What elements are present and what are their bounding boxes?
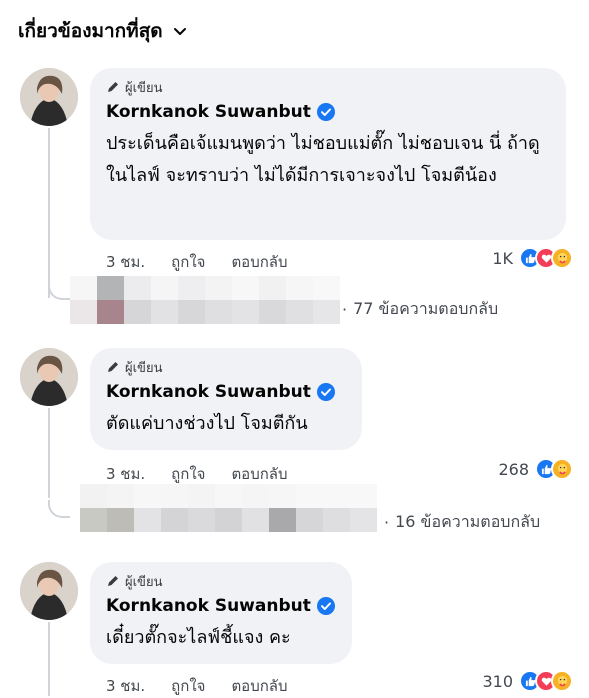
timestamp: 3 ชม. [106, 677, 146, 695]
comment-bubble: ผู้เขียน Kornkanok Suwanbut ตัดแค่บางช่ว… [90, 348, 362, 450]
reaction-count: 268 [498, 459, 529, 479]
avatar-photo [20, 68, 78, 126]
comment-actions: 3 ชม. ถูกใจ ตอบกลับ [106, 462, 288, 486]
chevron-down-icon [173, 28, 186, 35]
verified-badge-icon [316, 597, 335, 615]
view-replies-link[interactable]: · 77 ข้อความตอบกลับ [342, 297, 498, 322]
care-icon [551, 670, 573, 692]
author-badge: ผู้เขียน [106, 572, 336, 590]
comment-text: ตัดแค่บางช่วงไป โจมตีกัน [106, 413, 308, 434]
blurred-reply-preview [70, 276, 340, 324]
avatar-photo [20, 348, 78, 406]
author-badge-label: ผู้เขียน [125, 574, 163, 590]
like-button[interactable]: ถูกใจ [171, 674, 205, 698]
comment-text: ประเด็นคือเจ้แมนพูดว่า ไม่ชอบแม่ตั๊ก ไม่… [106, 133, 540, 186]
like-button[interactable]: ถูกใจ [171, 462, 205, 486]
author-badge: ผู้เขียน [106, 78, 550, 96]
blurred-reply-preview [80, 484, 377, 532]
author-badge: ผู้เขียน [106, 358, 346, 376]
reaction-summary[interactable]: 268 [498, 458, 573, 480]
avatar[interactable] [20, 68, 78, 126]
thread-line [48, 408, 50, 498]
avatar[interactable] [20, 562, 78, 620]
comment-bubble: ผู้เขียน Kornkanok Suwanbut ประเด็นคือเจ… [90, 68, 566, 240]
author-name[interactable]: Kornkanok Suwanbut [106, 382, 311, 402]
replies-label: 16 ข้อความตอบกลับ [395, 512, 541, 531]
thread-line [48, 622, 50, 696]
author-name[interactable]: Kornkanok Suwanbut [106, 596, 311, 616]
dot-separator: · [342, 300, 348, 319]
reaction-count: 310 [482, 671, 513, 691]
author-name-row: Kornkanok Suwanbut [106, 380, 346, 404]
care-icon [551, 247, 573, 269]
replies-label: 77 ข้อความตอบกลับ [353, 299, 499, 318]
pen-icon [108, 576, 118, 586]
avatar[interactable] [20, 348, 78, 406]
reply-button[interactable]: ตอบกลับ [231, 674, 287, 698]
pen-icon [108, 362, 118, 372]
author-name-row: Kornkanok Suwanbut [106, 594, 336, 618]
care-icon [551, 458, 573, 480]
timestamp: 3 ชม. [106, 465, 146, 483]
comment-actions: 3 ชม. ถูกใจ ตอบกลับ [106, 674, 288, 698]
reaction-summary[interactable]: 310 [482, 670, 573, 692]
thread-connector [48, 500, 70, 518]
comment-actions: 3 ชม. ถูกใจ ตอบกลับ [106, 250, 288, 274]
comment-bubble: ผู้เขียน Kornkanok Suwanbut เดี๋ยวตั๊กจะ… [90, 562, 352, 664]
author-name[interactable]: Kornkanok Suwanbut [106, 102, 311, 122]
reply-button[interactable]: ตอบกลับ [231, 462, 287, 486]
sort-label: เกี่ยวข้องมากที่สุด [18, 20, 163, 42]
comment-text: เดี๋ยวตั๊กจะไลฟ์ชี้แจง คะ [106, 627, 291, 648]
verified-badge-icon [316, 383, 335, 401]
reaction-summary[interactable]: 1K [492, 247, 573, 269]
timestamp: 3 ชม. [106, 253, 146, 271]
author-badge-label: ผู้เขียน [125, 360, 163, 376]
like-button[interactable]: ถูกใจ [171, 250, 205, 274]
author-badge-label: ผู้เขียน [125, 80, 163, 96]
pen-icon [108, 82, 118, 92]
dot-separator: · [384, 513, 390, 532]
thread-connector [48, 282, 70, 300]
author-name-row: Kornkanok Suwanbut [106, 100, 550, 124]
view-replies-link[interactable]: · 16 ข้อความตอบกลับ [384, 510, 540, 535]
reaction-count: 1K [492, 248, 513, 268]
reply-button[interactable]: ตอบกลับ [231, 250, 287, 274]
verified-badge-icon [316, 103, 335, 121]
avatar-photo [20, 562, 78, 620]
thread-line [48, 128, 50, 298]
sort-dropdown[interactable]: เกี่ยวข้องมากที่สุด [18, 16, 187, 46]
